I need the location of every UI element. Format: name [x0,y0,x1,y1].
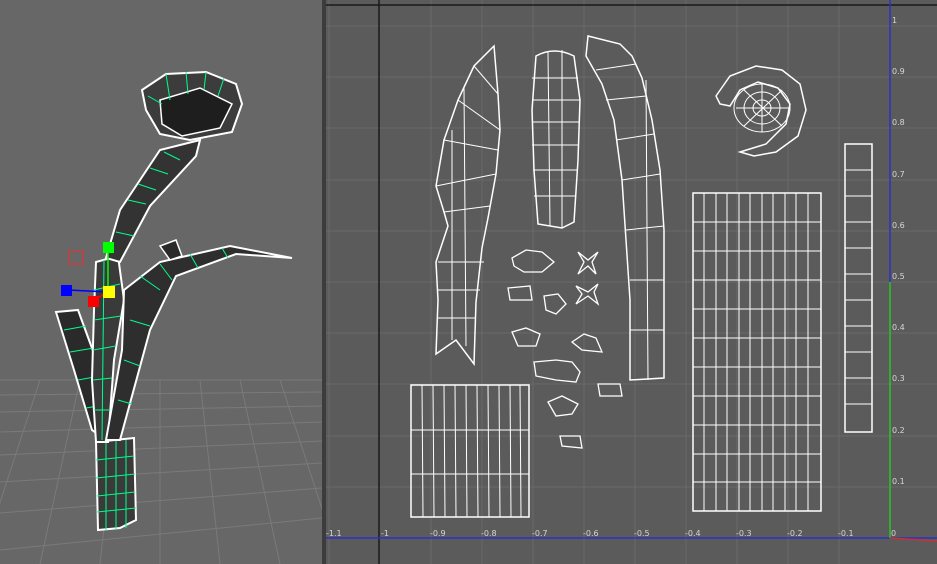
x-tick-label: -0.5 [634,529,650,538]
uv-canvas[interactable] [326,0,937,564]
x-tick-label: -0.8 [481,529,497,538]
x-tick-label: -0.3 [736,529,752,538]
y-tick-label: 0.4 [892,323,905,332]
viewport-canvas[interactable] [0,0,322,564]
center-handle[interactable] [103,286,115,298]
uv-shell-small-pieces[interactable] [507,249,623,449]
y-tick-label: 0.8 [892,118,905,127]
x-axis-handle[interactable] [88,296,99,307]
uv-shell-base[interactable] [410,384,530,518]
x-tick-label: -1.1 [326,529,342,538]
y-tick-label: 0.9 [892,67,905,76]
ground-grid [0,379,322,564]
y-tick-label: 0.7 [892,170,905,179]
x-tick-label: -0.1 [838,529,854,538]
x-tick-label: -0.7 [532,529,548,538]
y-axis-handle[interactable] [103,242,114,253]
x-tick-label: -0.9 [430,529,446,538]
z-axis-handle[interactable] [61,285,72,296]
perspective-viewport[interactable] [0,0,322,564]
uv-shell-flower-head[interactable] [715,65,807,157]
uv-shell-right-leaf[interactable] [692,192,822,512]
y-tick-label: 0.1 [892,477,905,486]
x-tick-label: -0.2 [787,529,803,538]
plane-handle[interactable] [68,250,84,265]
uv-shell-strip[interactable] [844,143,873,433]
y-tick-label: 0.5 [892,272,905,281]
y-tick-label: 0.6 [892,221,905,230]
x-tick-label: -0.6 [583,529,599,538]
x-tick-label: 0 [891,529,897,538]
y-tick-label: 0.2 [892,426,905,435]
y-tick-label: 1 [892,16,898,25]
uv-shell-left-leaf[interactable] [435,44,501,367]
y-tick-label: 0.3 [892,374,905,383]
x-tick-label: -0.4 [685,529,701,538]
uv-texture-editor[interactable]: -1.1 -1 -0.9 -0.8 -0.7 -0.6 -0.5 -0.4 -0… [326,0,937,564]
uv-shells[interactable] [410,35,873,518]
uv-shell-long-stem[interactable] [585,35,665,381]
x-tick-label: -1 [381,529,389,538]
